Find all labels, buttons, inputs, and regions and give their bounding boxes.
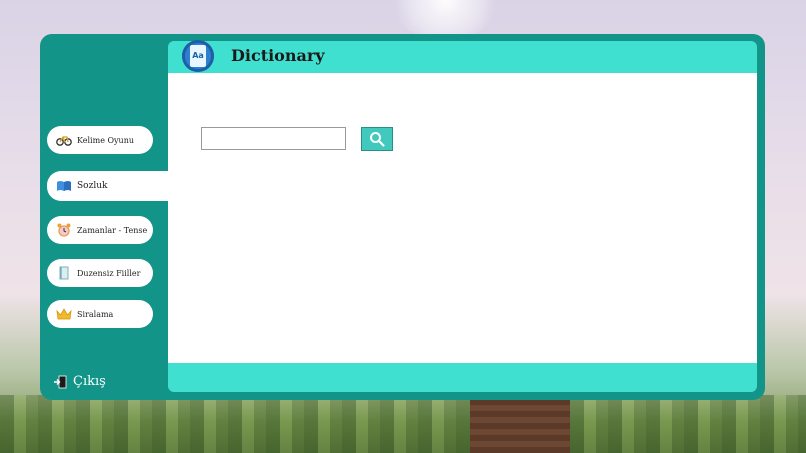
logout-icon (53, 375, 67, 389)
sidebar-item-siralama[interactable]: Siralama (47, 300, 153, 328)
bicycle-icon (56, 133, 72, 147)
search-icon (370, 132, 385, 147)
search-input[interactable] (201, 127, 346, 150)
sidebar-item-label: Zamanlar - Tense (77, 225, 148, 235)
sidebar-item-label: Kelime Oyunu (77, 135, 135, 145)
dictionary-logo-icon: Aa (182, 40, 214, 72)
background-ground (0, 395, 806, 453)
exit-button[interactable]: Çıkış (53, 374, 106, 389)
sidebar-item-sozluk[interactable]: Sozluk (47, 171, 169, 201)
main-content (168, 73, 757, 363)
sidebar-item-kelime-oyunu[interactable]: Kelime Oyunu (47, 126, 153, 154)
sidebar-item-zamanlar-tense[interactable]: Zamanlar - Tense (47, 216, 153, 244)
sidebar-item-label: Duzensiz Fiiller (77, 268, 141, 278)
crown-icon (56, 307, 72, 321)
notebook-icon (56, 266, 72, 280)
exit-label: Çıkış (73, 374, 106, 389)
page-title: Dictionary (231, 46, 325, 65)
search-button[interactable] (361, 127, 393, 151)
sidebar-item-label: Siralama (77, 309, 114, 319)
sidebar-item-label: Sozluk (77, 181, 108, 191)
book-icon (56, 179, 72, 193)
sidebar-item-duzensiz-fiiller[interactable]: Duzensiz Fiiller (47, 259, 153, 287)
background-tree-trunk (470, 400, 570, 453)
alarm-clock-icon (56, 223, 72, 237)
footer-bar (168, 363, 757, 392)
